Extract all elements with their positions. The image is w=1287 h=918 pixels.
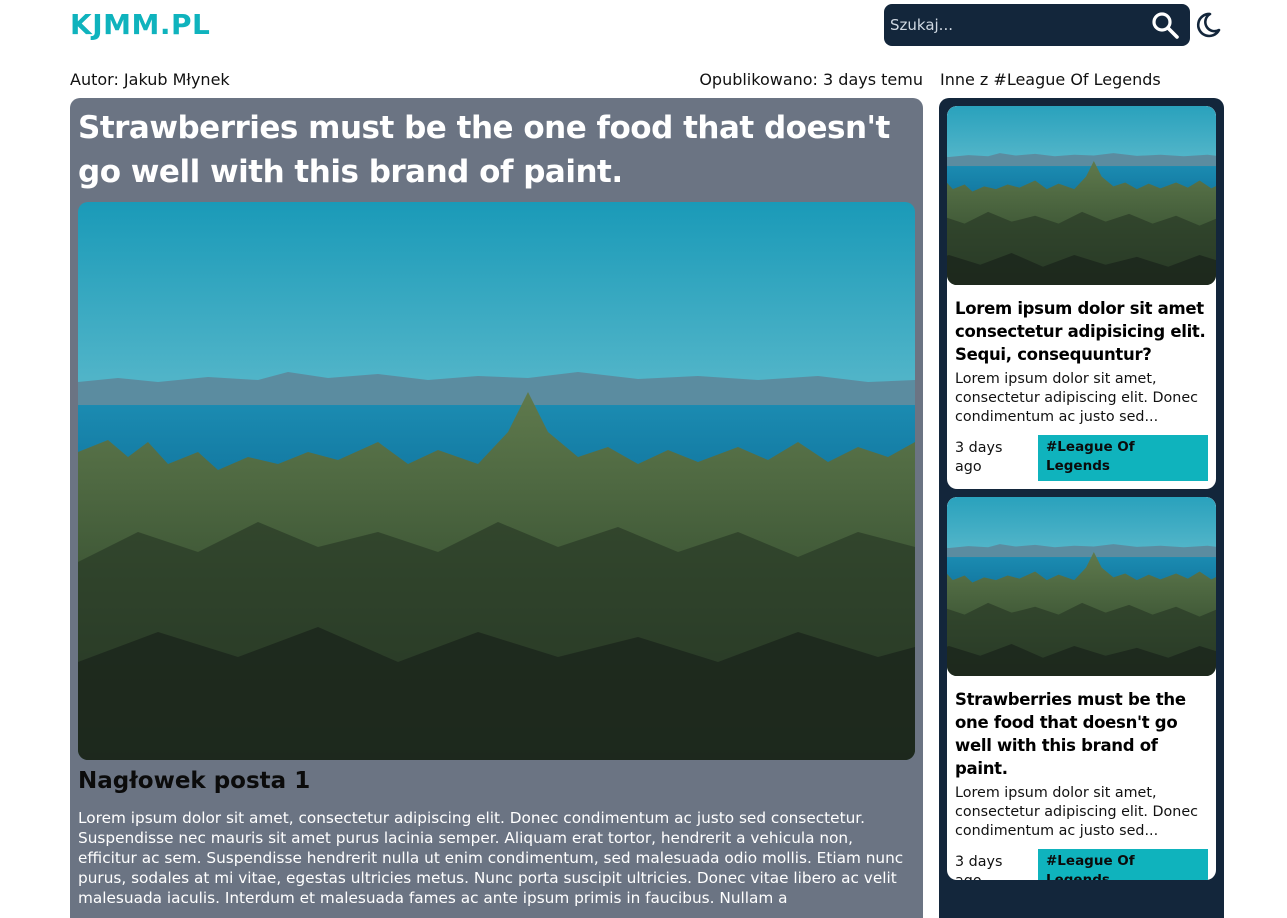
- article-title: Strawberries must be the one food that d…: [78, 110, 890, 190]
- article-panel: Strawberries must be the one food that d…: [70, 98, 923, 918]
- related-post-card[interactable]: Lorem ipsum dolor sit amet consectetur a…: [947, 106, 1216, 489]
- related-post-tag[interactable]: #League Of Legends: [1038, 435, 1208, 481]
- related-post-excerpt: Lorem ipsum dolor sit amet, consectetur …: [955, 785, 1198, 839]
- related-post-excerpt: Lorem ipsum dolor sit amet, consectetur …: [955, 371, 1198, 425]
- article-heading: Nagłowek posta 1: [78, 768, 311, 794]
- search-bar: [884, 4, 1190, 46]
- related-post-card[interactable]: Strawberries must be the one food that d…: [947, 497, 1216, 880]
- search-input[interactable]: [890, 12, 1140, 38]
- moon-icon[interactable]: [1192, 10, 1222, 40]
- related-posts-sidebar: Lorem ipsum dolor sit amet consectetur a…: [939, 98, 1224, 918]
- related-post-time: 3 days ago: [955, 854, 1003, 880]
- related-post-tag[interactable]: #League Of Legends: [1038, 849, 1208, 880]
- article-hero-image: [78, 202, 915, 760]
- related-heading: Inne z #League Of Legends: [940, 70, 1161, 89]
- related-post-time: 3 days ago: [955, 440, 1003, 475]
- related-post-thumbnail[interactable]: [947, 106, 1216, 285]
- article-author: Autor: Jakub Młynek: [70, 70, 230, 89]
- search-icon[interactable]: [1150, 10, 1180, 40]
- related-post-title[interactable]: Strawberries must be the one food that d…: [955, 688, 1213, 780]
- article-body: Lorem ipsum dolor sit amet, consectetur …: [78, 809, 904, 907]
- related-post-title[interactable]: Lorem ipsum dolor sit amet consectetur a…: [955, 297, 1213, 366]
- article-published-date: Opublikowano: 3 days temu: [699, 70, 923, 89]
- site-logo[interactable]: KJMM.PL: [70, 8, 210, 41]
- related-post-thumbnail[interactable]: [947, 497, 1216, 676]
